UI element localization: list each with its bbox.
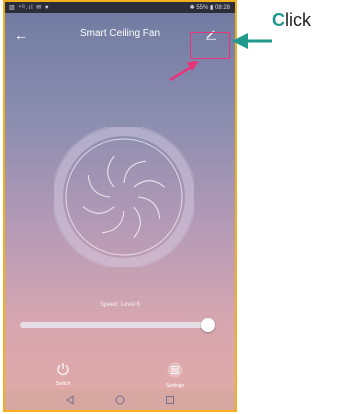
callout-rest: lick [285,10,311,30]
click-callout: Click [272,10,311,31]
callout-first-letter: C [272,10,285,30]
pointer-arrow-icon [169,33,272,82]
